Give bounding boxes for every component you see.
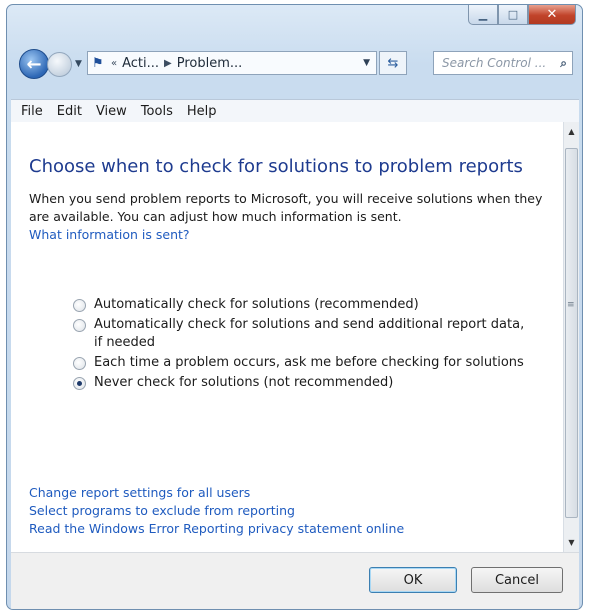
overflow-chevron-icon[interactable]: « [111, 58, 117, 69]
close-icon: ✕ [546, 7, 558, 22]
intro-paragraph: When you send problem reports to Microso… [29, 191, 543, 224]
maximize-icon: □ [507, 8, 519, 21]
ok-button[interactable]: OK [369, 567, 457, 593]
solution-options: Automatically check for solutions (recom… [73, 296, 533, 394]
search-input[interactable]: Search Control ... ⌕ [433, 51, 573, 75]
page-title: Choose when to check for solutions to pr… [29, 156, 523, 177]
option-label[interactable]: Automatically check for solutions and se… [94, 316, 533, 352]
option-label[interactable]: Each time a problem occurs, ask me befor… [94, 354, 524, 372]
scroll-grip-icon: ≡ [567, 300, 575, 310]
menu-edit[interactable]: Edit [57, 104, 82, 119]
back-button[interactable]: ← [19, 49, 49, 79]
related-links: Change report settings for all users Sel… [29, 484, 404, 538]
minimize-button[interactable]: ▁ [468, 5, 498, 25]
back-arrow-icon: ← [26, 53, 42, 75]
navigation-bar: ← ▼ ⚑ « Acti... ▶ Problem... ▼ ⇆ Search … [17, 49, 575, 83]
radio-button[interactable] [73, 299, 86, 312]
option-auto-check[interactable]: Automatically check for solutions (recom… [73, 296, 533, 314]
option-ask-me[interactable]: Each time a problem occurs, ask me befor… [73, 354, 533, 372]
dialog-footer: OK Cancel [11, 552, 579, 609]
maximize-button[interactable]: □ [498, 5, 528, 25]
option-label[interactable]: Never check for solutions (not recommend… [94, 374, 393, 392]
refresh-icon: ⇆ [387, 55, 399, 71]
option-auto-check-send-data[interactable]: Automatically check for solutions and se… [73, 316, 533, 352]
radio-button[interactable] [73, 357, 86, 370]
change-report-settings-link[interactable]: Change report settings for all users [29, 484, 404, 502]
content-pane: Choose when to check for solutions to pr… [11, 122, 563, 552]
menu-help[interactable]: Help [187, 104, 217, 119]
minimize-icon: ▁ [478, 8, 488, 21]
scrollbar-thumb[interactable] [565, 148, 578, 518]
intro-text: When you send problem reports to Microso… [29, 190, 549, 244]
privacy-statement-link[interactable]: Read the Windows Error Reporting privacy… [29, 520, 404, 538]
radio-button[interactable] [73, 319, 86, 332]
cancel-button[interactable]: Cancel [471, 567, 563, 593]
breadcrumb-action-center[interactable]: Acti... [122, 56, 159, 71]
exclude-programs-link[interactable]: Select programs to exclude from reportin… [29, 502, 404, 520]
refresh-button[interactable]: ⇆ [379, 51, 407, 75]
address-dropdown-icon[interactable]: ▼ [363, 58, 370, 68]
menu-view[interactable]: View [96, 104, 127, 119]
scroll-down-icon[interactable]: ▼ [564, 535, 579, 550]
search-icon[interactable]: ⌕ [560, 56, 567, 71]
window-controls: ▁ □ ✕ [468, 5, 576, 25]
menu-bar: File Edit View Tools Help [11, 99, 579, 123]
radio-selected-dot [77, 381, 82, 386]
dialog-window: ▁ □ ✕ ← ▼ ⚑ « Acti... ▶ Problem... ▼ ⇆ S… [6, 4, 583, 610]
address-bar[interactable]: ⚑ « Acti... ▶ Problem... ▼ [87, 51, 377, 75]
scroll-up-icon[interactable]: ▲ [564, 124, 579, 139]
close-button[interactable]: ✕ [528, 5, 576, 25]
what-information-link[interactable]: What information is sent? [29, 227, 190, 242]
forward-button[interactable] [47, 52, 72, 77]
control-panel-flag-icon: ⚑ [92, 55, 104, 71]
option-label[interactable]: Automatically check for solutions (recom… [94, 296, 419, 314]
breadcrumb-separator-icon[interactable]: ▶ [164, 58, 172, 69]
option-never-check[interactable]: Never check for solutions (not recommend… [73, 374, 533, 392]
menu-file[interactable]: File [21, 104, 43, 119]
radio-button-selected[interactable] [73, 377, 86, 390]
recent-pages-dropdown[interactable]: ▼ [75, 59, 82, 69]
search-placeholder: Search Control ... [442, 56, 547, 70]
breadcrumb-problem-reporting[interactable]: Problem... [177, 56, 243, 71]
menu-tools[interactable]: Tools [141, 104, 173, 119]
vertical-scrollbar[interactable]: ▲ ≡ ▼ [563, 122, 579, 552]
